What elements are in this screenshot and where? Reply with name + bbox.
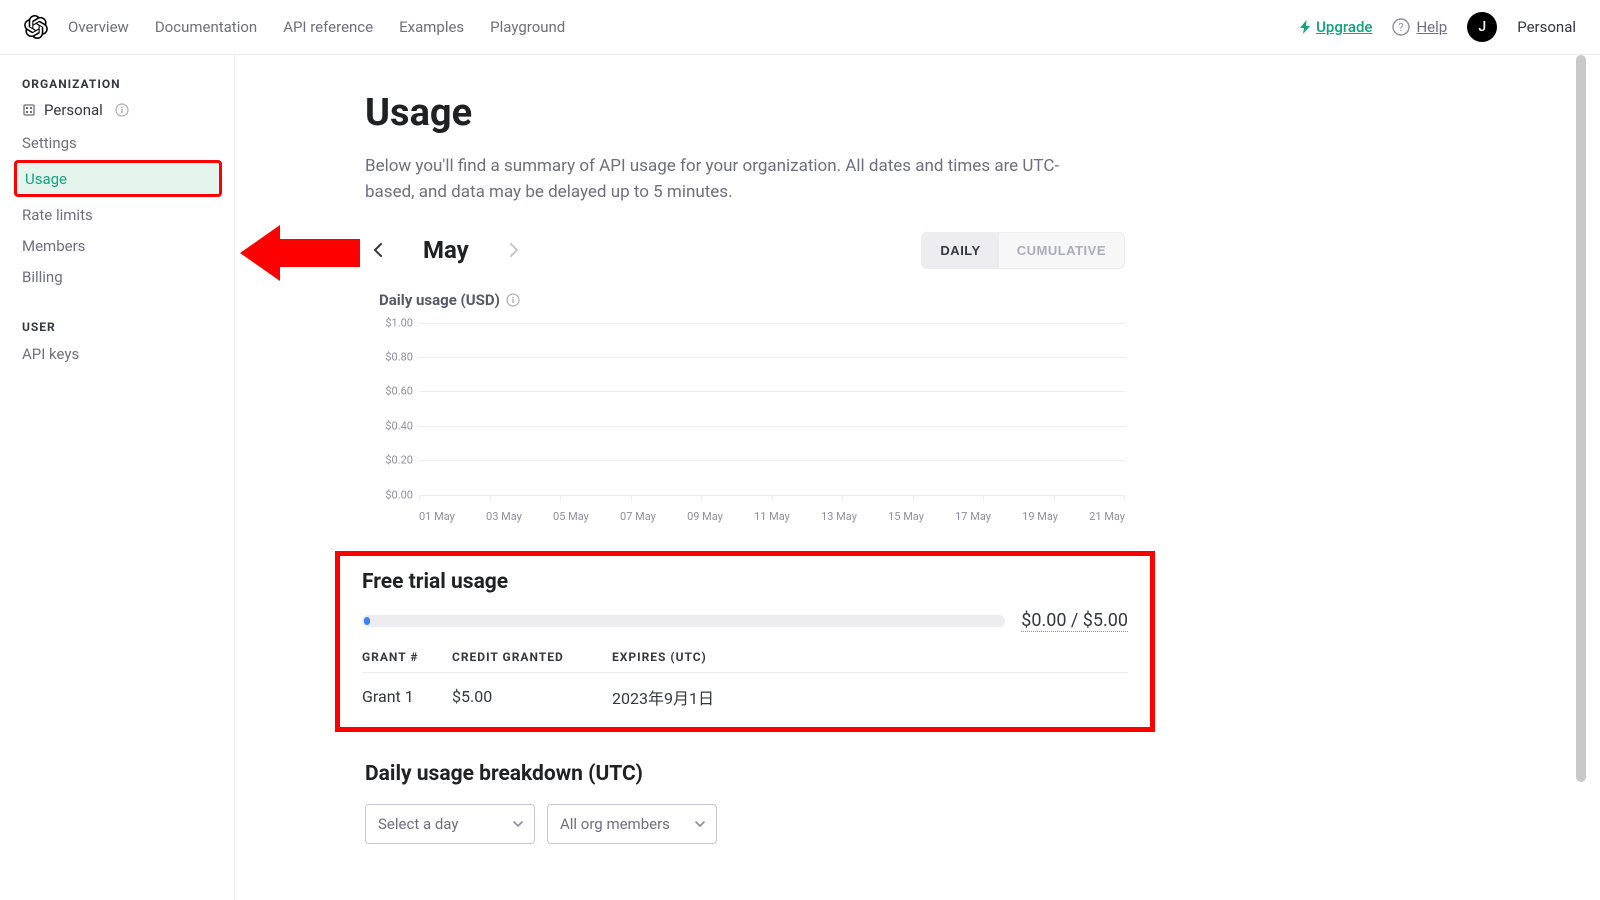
select-day[interactable]: Select a day [365, 804, 535, 844]
building-icon [22, 103, 36, 117]
prev-month-button[interactable] [365, 237, 391, 263]
svg-text:?: ? [1399, 21, 1404, 34]
help-link[interactable]: ? Help [1392, 18, 1447, 36]
next-month-button[interactable] [501, 237, 527, 263]
scrollbar-thumb[interactable] [1576, 55, 1586, 782]
chevron-down-icon [694, 818, 706, 830]
account-label[interactable]: Personal [1517, 18, 1576, 36]
select-day-label: Select a day [378, 815, 458, 833]
nav-overview[interactable]: Overview [68, 18, 129, 36]
page-description: Below you'll find a summary of API usage… [365, 153, 1085, 206]
sidebar-org-list: Settings Usage Rate limits Members Billi… [22, 133, 234, 286]
current-month: May [423, 236, 469, 264]
grant-credit: $5.00 [452, 672, 612, 709]
sidebar-item-label: Billing [22, 268, 63, 286]
grant-expires: 2023年9月1日 [612, 672, 1128, 709]
nav-playground[interactable]: Playground [490, 18, 565, 36]
col-credit: CREDIT GRANTED [452, 650, 612, 673]
grant-row: Grant 1 $5.00 2023年9月1日 [362, 672, 1128, 709]
nav-api-reference[interactable]: API reference [283, 18, 373, 36]
sidebar-user-list: API keys [22, 344, 234, 363]
top-nav: Overview Documentation API reference Exa… [0, 0, 1600, 55]
toggle-cumulative[interactable]: CUMULATIVE [999, 233, 1124, 268]
sidebar-org-heading: ORGANIZATION [22, 77, 234, 91]
page-title: Usage [365, 91, 1125, 135]
sidebar-item-api-keys[interactable]: API keys [22, 344, 234, 363]
free-trial-progress [362, 615, 1005, 627]
sidebar-item-billing[interactable]: Billing [22, 267, 234, 286]
grant-number: Grant 1 [362, 672, 452, 709]
chart-title-text: Daily usage (USD) [379, 291, 500, 309]
usage-chart: $1.00$0.80$0.60$0.40$0.20$0.00 01 May03 … [379, 323, 1125, 523]
sidebar-item-label: Settings [22, 134, 77, 152]
sidebar-item-rate-limits[interactable]: Rate limits [22, 205, 234, 224]
sidebar-item-label: Usage [25, 170, 67, 188]
select-members-label: All org members [560, 815, 670, 833]
period-row: May DAILY CUMULATIVE [365, 232, 1125, 269]
sidebar-item-usage[interactable]: Usage [14, 160, 222, 197]
col-grant: GRANT # [362, 650, 452, 673]
sidebar-item-label: Members [22, 237, 85, 255]
free-trial-section: Free trial usage $0.00 / $5.00 GRANT # C… [335, 551, 1155, 732]
chevron-down-icon [512, 818, 524, 830]
sidebar-user-heading: USER [22, 320, 234, 334]
free-trial-title: Free trial usage [362, 570, 1128, 594]
sidebar: ORGANIZATION Personal Settings Usage Rat… [0, 55, 235, 900]
sidebar-item-settings[interactable]: Settings [22, 133, 234, 152]
sidebar-item-label: Rate limits [22, 206, 93, 224]
sidebar-item-label: API keys [22, 345, 79, 363]
col-expires: EXPIRES (UTC) [612, 650, 1128, 673]
free-trial-progress-fill [364, 617, 370, 625]
avatar[interactable]: J [1467, 12, 1497, 42]
sidebar-org-name: Personal [44, 101, 103, 119]
info-icon [506, 293, 520, 307]
breakdown-section: Daily usage breakdown (UTC) Select a day… [365, 762, 1125, 844]
breakdown-title: Daily usage breakdown (UTC) [365, 762, 1125, 786]
chart-title: Daily usage (USD) [379, 291, 1125, 309]
info-icon [115, 103, 129, 117]
toggle-daily[interactable]: DAILY [922, 233, 998, 268]
nav-links: Overview Documentation API reference Exa… [68, 18, 565, 36]
nav-right: Upgrade ? Help J Personal [1300, 12, 1576, 42]
free-trial-progress-text: $0.00 / $5.00 [1021, 610, 1128, 632]
sidebar-item-members[interactable]: Members [22, 236, 234, 255]
openai-logo-icon [24, 15, 48, 39]
nav-documentation[interactable]: Documentation [155, 18, 257, 36]
bolt-icon [1300, 20, 1312, 34]
scrollbar[interactable] [1576, 55, 1586, 900]
grant-table: GRANT # CREDIT GRANTED EXPIRES (UTC) Gra… [362, 650, 1128, 709]
nav-examples[interactable]: Examples [399, 18, 464, 36]
main-content: Usage Below you'll find a summary of API… [235, 55, 1600, 900]
upgrade-link[interactable]: Upgrade [1300, 18, 1372, 36]
help-icon: ? [1392, 18, 1410, 36]
sidebar-org-selector[interactable]: Personal [22, 101, 234, 119]
help-label: Help [1416, 18, 1447, 36]
view-toggle: DAILY CUMULATIVE [921, 232, 1125, 269]
select-members[interactable]: All org members [547, 804, 717, 844]
upgrade-label: Upgrade [1316, 18, 1372, 36]
